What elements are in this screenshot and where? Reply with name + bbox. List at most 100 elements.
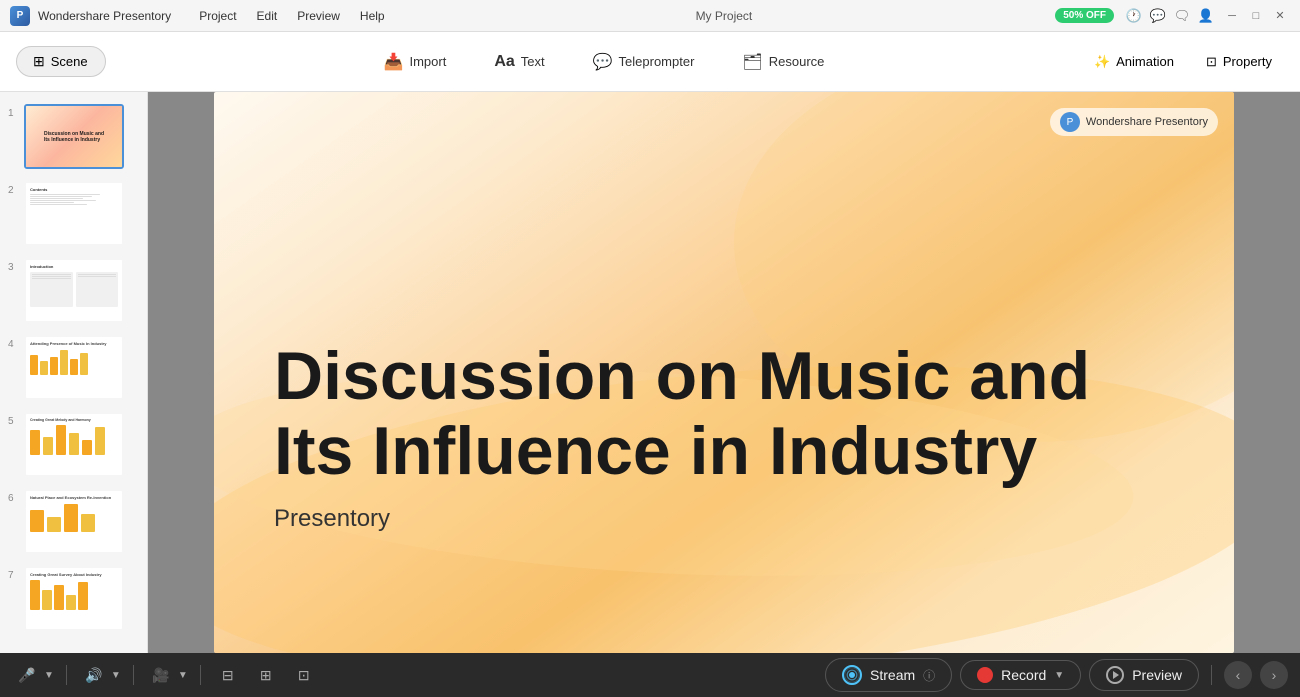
menu-project[interactable]: Project	[191, 7, 244, 25]
record-icon	[977, 667, 993, 683]
divider-3	[200, 665, 201, 685]
slide-number-2: 2	[8, 185, 20, 196]
mic-control: 🎤 ▼	[12, 660, 54, 690]
import-icon: 📥	[384, 52, 404, 72]
menu-edit[interactable]: Edit	[249, 7, 286, 25]
slide-item-6[interactable]: 6 Natural Place and Ecosystem Re-Inventi…	[0, 485, 147, 558]
camera-button[interactable]: 🎥	[146, 660, 176, 690]
canvas-logo: P Wondershare Presentory	[1050, 108, 1218, 136]
divider-1	[66, 665, 67, 685]
volume-caret[interactable]: ▼	[111, 670, 121, 681]
divider-4	[1211, 665, 1212, 685]
import-label: Import	[409, 54, 446, 69]
volume-control: 🔊 ▼	[79, 660, 121, 690]
canvas-subtitle: Presentory	[274, 505, 1174, 533]
layout-button-2[interactable]: ⊞	[251, 660, 281, 690]
mic-caret[interactable]: ▼	[44, 670, 54, 681]
preview-label: Preview	[1132, 667, 1182, 683]
mic-button[interactable]: 🎤	[12, 660, 42, 690]
slide-number-4: 4	[8, 339, 20, 350]
layout-button-3[interactable]: ⊡	[289, 660, 319, 690]
property-label: Property	[1223, 54, 1272, 69]
canvas-slide-content: Discussion on Music andIts Influence in …	[274, 339, 1174, 533]
toolbar-right: ✨ Animation ⊡ Property	[1082, 48, 1284, 76]
slide-canvas[interactable]: P Wondershare Presentory Discussion on M…	[214, 92, 1234, 653]
bottombar: 🎤 ▼ 🔊 ▼ 🎥 ▼ ⊟ ⊞ ⊡ Stream ⓘ Record ▼	[0, 653, 1300, 697]
layout-button-1[interactable]: ⊟	[213, 660, 243, 690]
preview-icon	[1106, 666, 1124, 684]
scene-label: Scene	[51, 54, 88, 69]
toolbar-tools: 📥 Import Aa Text 💬 Teleprompter 🗂 Resour…	[126, 44, 1082, 80]
message-icon: 💬	[1150, 8, 1166, 24]
maximize-button[interactable]: □	[1246, 6, 1266, 26]
stream-icon	[842, 665, 862, 685]
slide-thumbnail-7[interactable]: Creating Great Survey About Industry	[24, 566, 124, 631]
app-name: Wondershare Presentory	[38, 9, 171, 23]
slide-number-1: 1	[8, 108, 20, 119]
titlebar-icons: 🕐 💬 🗨 👤	[1126, 8, 1214, 24]
stream-help-icon: ⓘ	[923, 667, 935, 684]
divider-2	[133, 665, 134, 685]
menu-help[interactable]: Help	[352, 7, 393, 25]
prev-slide-button[interactable]: ‹	[1224, 661, 1252, 689]
slide2-title: Contents	[30, 187, 118, 192]
slide7-title: Creating Great Survey About Industry	[30, 572, 118, 577]
stream-waves-svg	[844, 667, 860, 683]
main-area: 1 Discussion on Music andIts Influence i…	[0, 92, 1300, 653]
slide-thumbnail-6[interactable]: Natural Place and Ecosystem Re-Invention	[24, 489, 124, 554]
record-label: Record	[1001, 667, 1046, 683]
slide-number-3: 3	[8, 262, 20, 273]
slide-panel: 1 Discussion on Music andIts Influence i…	[0, 92, 148, 653]
slide-item-1[interactable]: 1 Discussion on Music andIts Influence i…	[0, 100, 147, 173]
minimize-button[interactable]: ─	[1222, 6, 1242, 26]
scene-button[interactable]: ⊞ Scene	[16, 46, 106, 77]
slide4-title: Attending Presence of Music In Industry	[30, 341, 118, 346]
camera-control: 🎥 ▼	[146, 660, 188, 690]
next-slide-button[interactable]: ›	[1260, 661, 1288, 689]
teleprompter-tool[interactable]: 💬 Teleprompter	[569, 44, 719, 80]
slide-thumbnail-1[interactable]: Discussion on Music andIts Influence in …	[24, 104, 124, 169]
window-title: My Project	[393, 9, 1056, 23]
slide3-title: Introduction	[30, 264, 118, 269]
volume-button[interactable]: 🔊	[79, 660, 109, 690]
record-caret[interactable]: ▼	[1054, 670, 1064, 681]
stream-label: Stream	[870, 667, 915, 683]
preview-button[interactable]: Preview	[1089, 659, 1199, 691]
property-icon: ⊡	[1206, 54, 1217, 70]
slide-item-7[interactable]: 7 Creating Great Survey About Industry	[0, 562, 147, 635]
slide-item-3[interactable]: 3 Introduction	[0, 254, 147, 327]
resource-icon: 🗂	[742, 52, 762, 72]
slide-thumbnail-3[interactable]: Introduction	[24, 258, 124, 323]
slide-item-2[interactable]: 2 Contents	[0, 177, 147, 250]
slide-thumbnail-2[interactable]: Contents	[24, 181, 124, 246]
stream-button[interactable]: Stream ⓘ	[825, 658, 952, 692]
titlebar: P Wondershare Presentory Project Edit Pr…	[0, 0, 1300, 32]
canvas-main-title: Discussion on Music andIts Influence in …	[274, 339, 1174, 489]
property-button[interactable]: ⊡ Property	[1194, 48, 1284, 76]
promo-badge[interactable]: 50% OFF	[1055, 8, 1114, 23]
import-tool[interactable]: 📥 Import	[360, 44, 471, 80]
close-button[interactable]: ✕	[1270, 6, 1290, 26]
slide-thumbnail-4[interactable]: Attending Presence of Music In Industry	[24, 335, 124, 400]
slide1-thumb-text: Discussion on Music andIts Influence in …	[44, 131, 104, 143]
menu-preview[interactable]: Preview	[289, 7, 348, 25]
teleprompter-label: Teleprompter	[619, 54, 695, 69]
slide-thumbnail-5[interactable]: Creating Great Melody and Harmony	[24, 412, 124, 477]
toolbar: ⊞ Scene 📥 Import Aa Text 💬 Teleprompter …	[0, 32, 1300, 92]
slide-item-5[interactable]: 5 Creating Great Melody and Harmony	[0, 408, 147, 481]
text-icon: Aa	[494, 53, 514, 71]
animation-button[interactable]: ✨ Animation	[1082, 48, 1186, 76]
slide6-title: Natural Place and Ecosystem Re-Invention	[30, 495, 118, 500]
resource-tool[interactable]: 🗂 Resource	[718, 44, 848, 80]
scene-icon: ⊞	[33, 53, 45, 70]
camera-caret[interactable]: ▼	[178, 670, 188, 681]
app-logo: P	[10, 6, 30, 26]
preview-play-icon	[1113, 671, 1119, 679]
text-tool[interactable]: Aa Text	[470, 44, 568, 80]
slide-item-4[interactable]: 4 Attending Presence of Music In Industr…	[0, 331, 147, 404]
clock-icon: 🕐	[1126, 8, 1142, 24]
slide-number-7: 7	[8, 570, 20, 581]
slide-number-6: 6	[8, 493, 20, 504]
teleprompter-icon: 💬	[593, 52, 613, 72]
record-button[interactable]: Record ▼	[960, 660, 1081, 690]
